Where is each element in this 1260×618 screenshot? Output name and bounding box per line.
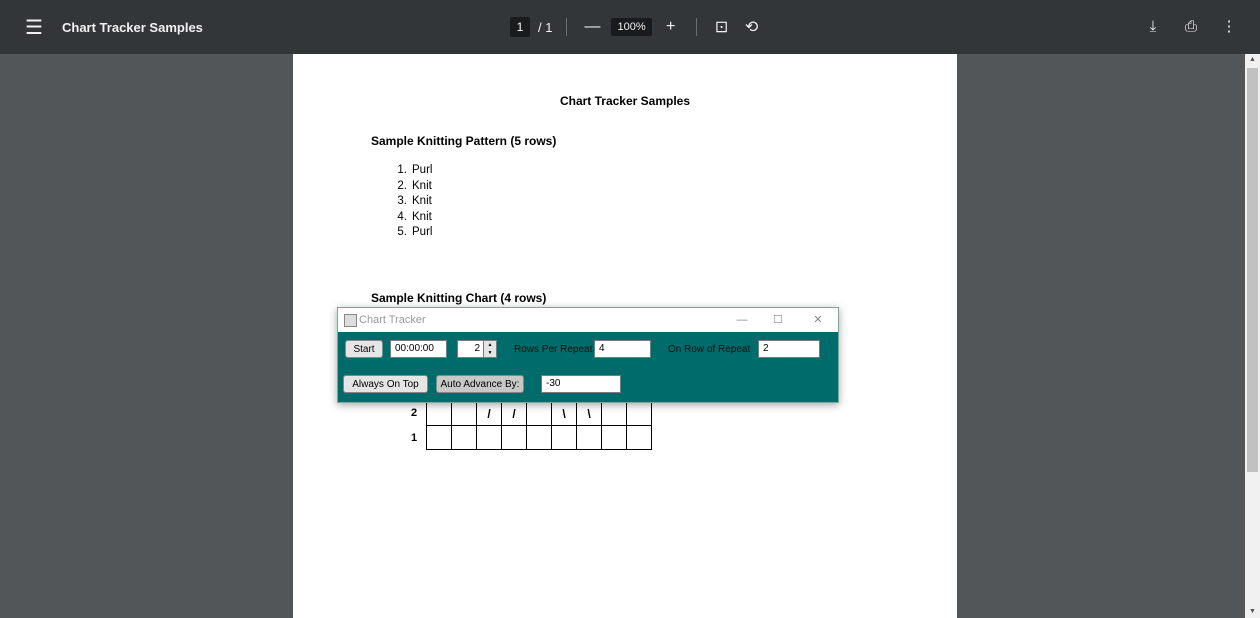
list-item: 4. Knit bbox=[397, 210, 432, 223]
menu-icon[interactable]: ☰ bbox=[20, 13, 48, 41]
rotate-icon[interactable]: ⟲ bbox=[741, 16, 763, 38]
chart-cell bbox=[526, 401, 552, 426]
chart-cell bbox=[551, 425, 577, 450]
row-label: 2 bbox=[411, 407, 418, 419]
window-title: Chart Tracker bbox=[359, 314, 426, 326]
chart-cell: / bbox=[476, 401, 502, 426]
knitting-chart: / / \ \ bbox=[426, 401, 652, 450]
scrollbar[interactable]: ▲ ▼ bbox=[1245, 54, 1260, 618]
window-titlebar[interactable]: Chart Tracker — ☐ ✕ bbox=[338, 308, 838, 332]
list-item: 1. Purl bbox=[397, 164, 433, 176]
divider bbox=[566, 18, 568, 36]
spinner-arrows-icon[interactable]: ▲ ▼ bbox=[483, 341, 496, 357]
chart-cell bbox=[626, 401, 652, 426]
pattern-list: 1. Purl 2. Knit 3. Knit 4. Knit 5. Purl bbox=[391, 163, 432, 241]
row-spinner[interactable]: 2 ▲ ▼ bbox=[457, 340, 497, 358]
more-options-icon[interactable]: ⋮ bbox=[1218, 15, 1240, 37]
chart-tracker-window: Chart Tracker — ☐ ✕ Start 00:00:00 2 ▲ ▼ … bbox=[337, 307, 839, 403]
chart-cell bbox=[451, 425, 477, 450]
document-title: Chart Tracker Samples bbox=[62, 20, 203, 35]
chart-heading: Sample Knitting Chart (4 rows) bbox=[371, 291, 547, 305]
maximize-button[interactable]: ☐ bbox=[766, 311, 790, 329]
zoom-in-button[interactable]: + bbox=[660, 16, 682, 38]
right-tools: ⤓ ⎙ ⋮ bbox=[1142, 15, 1240, 37]
chart-row: / / \ \ bbox=[426, 401, 652, 426]
zoom-level-input[interactable]: 100% bbox=[611, 18, 652, 36]
app-icon bbox=[344, 314, 357, 327]
list-item: 2. Knit bbox=[397, 179, 432, 192]
list-item: 5. Purl bbox=[397, 226, 433, 238]
spinner-value: 2 bbox=[474, 343, 480, 354]
auto-advance-field[interactable]: -30 bbox=[541, 375, 621, 393]
zoom-out-button[interactable]: — bbox=[581, 16, 603, 38]
auto-advance-button[interactable]: Auto Advance By: bbox=[436, 375, 524, 393]
on-row-label: On Row of Repeat bbox=[668, 344, 751, 355]
chart-cell bbox=[451, 401, 477, 426]
chart-cell: \ bbox=[551, 401, 577, 426]
always-on-top-button[interactable]: Always On Top bbox=[343, 375, 428, 393]
chart-cell bbox=[601, 425, 627, 450]
chart-cell bbox=[601, 401, 627, 426]
on-row-field[interactable]: 2 bbox=[758, 340, 820, 358]
start-button[interactable]: Start bbox=[345, 340, 383, 358]
download-icon[interactable]: ⤓ bbox=[1142, 15, 1164, 37]
tracker-body: Start 00:00:00 2 ▲ ▼ Rows Per Repeat 4 On… bbox=[338, 332, 838, 402]
rows-per-repeat-field[interactable]: 4 bbox=[594, 340, 651, 358]
chart-cell: / bbox=[501, 401, 527, 426]
fit-page-icon[interactable]: ⊡ bbox=[711, 16, 733, 38]
pattern-heading: Sample Knitting Pattern (5 rows) bbox=[371, 134, 557, 148]
chart-cell bbox=[526, 425, 552, 450]
divider bbox=[695, 18, 697, 36]
minimize-button[interactable]: — bbox=[730, 311, 754, 329]
chart-cell bbox=[501, 425, 527, 450]
list-item: 3. Knit bbox=[397, 195, 432, 207]
scroll-down-icon[interactable]: ▼ bbox=[1245, 606, 1260, 618]
print-icon[interactable]: ⎙ bbox=[1180, 15, 1202, 37]
chart-cell bbox=[626, 425, 652, 450]
row-label: 1 bbox=[411, 431, 418, 444]
chart-cell bbox=[476, 425, 502, 450]
chart-row bbox=[426, 425, 652, 450]
chart-cell: \ bbox=[576, 401, 602, 426]
close-button[interactable]: ✕ bbox=[806, 311, 830, 329]
timer-field[interactable]: 00:00:00 bbox=[390, 340, 447, 358]
chart-cell bbox=[576, 425, 602, 450]
chart-row-labels: 2 1 bbox=[411, 401, 417, 450]
pdf-toolbar: ☰ Chart Tracker Samples 1 / 1 — 100% + ⊡… bbox=[0, 0, 1260, 54]
chart-cell bbox=[426, 425, 452, 450]
center-tools: 1 / 1 — 100% + ⊡ ⟲ bbox=[510, 15, 763, 39]
chart-cell bbox=[426, 401, 452, 426]
page-total: / 1 bbox=[538, 19, 553, 35]
rows-per-repeat-label: Rows Per Repeat bbox=[514, 344, 593, 355]
scroll-thumb[interactable] bbox=[1247, 68, 1258, 472]
page-number-input[interactable]: 1 bbox=[510, 17, 530, 37]
scroll-up-icon[interactable]: ▲ bbox=[1245, 54, 1260, 66]
page-heading: Chart Tracker Samples bbox=[559, 94, 691, 108]
